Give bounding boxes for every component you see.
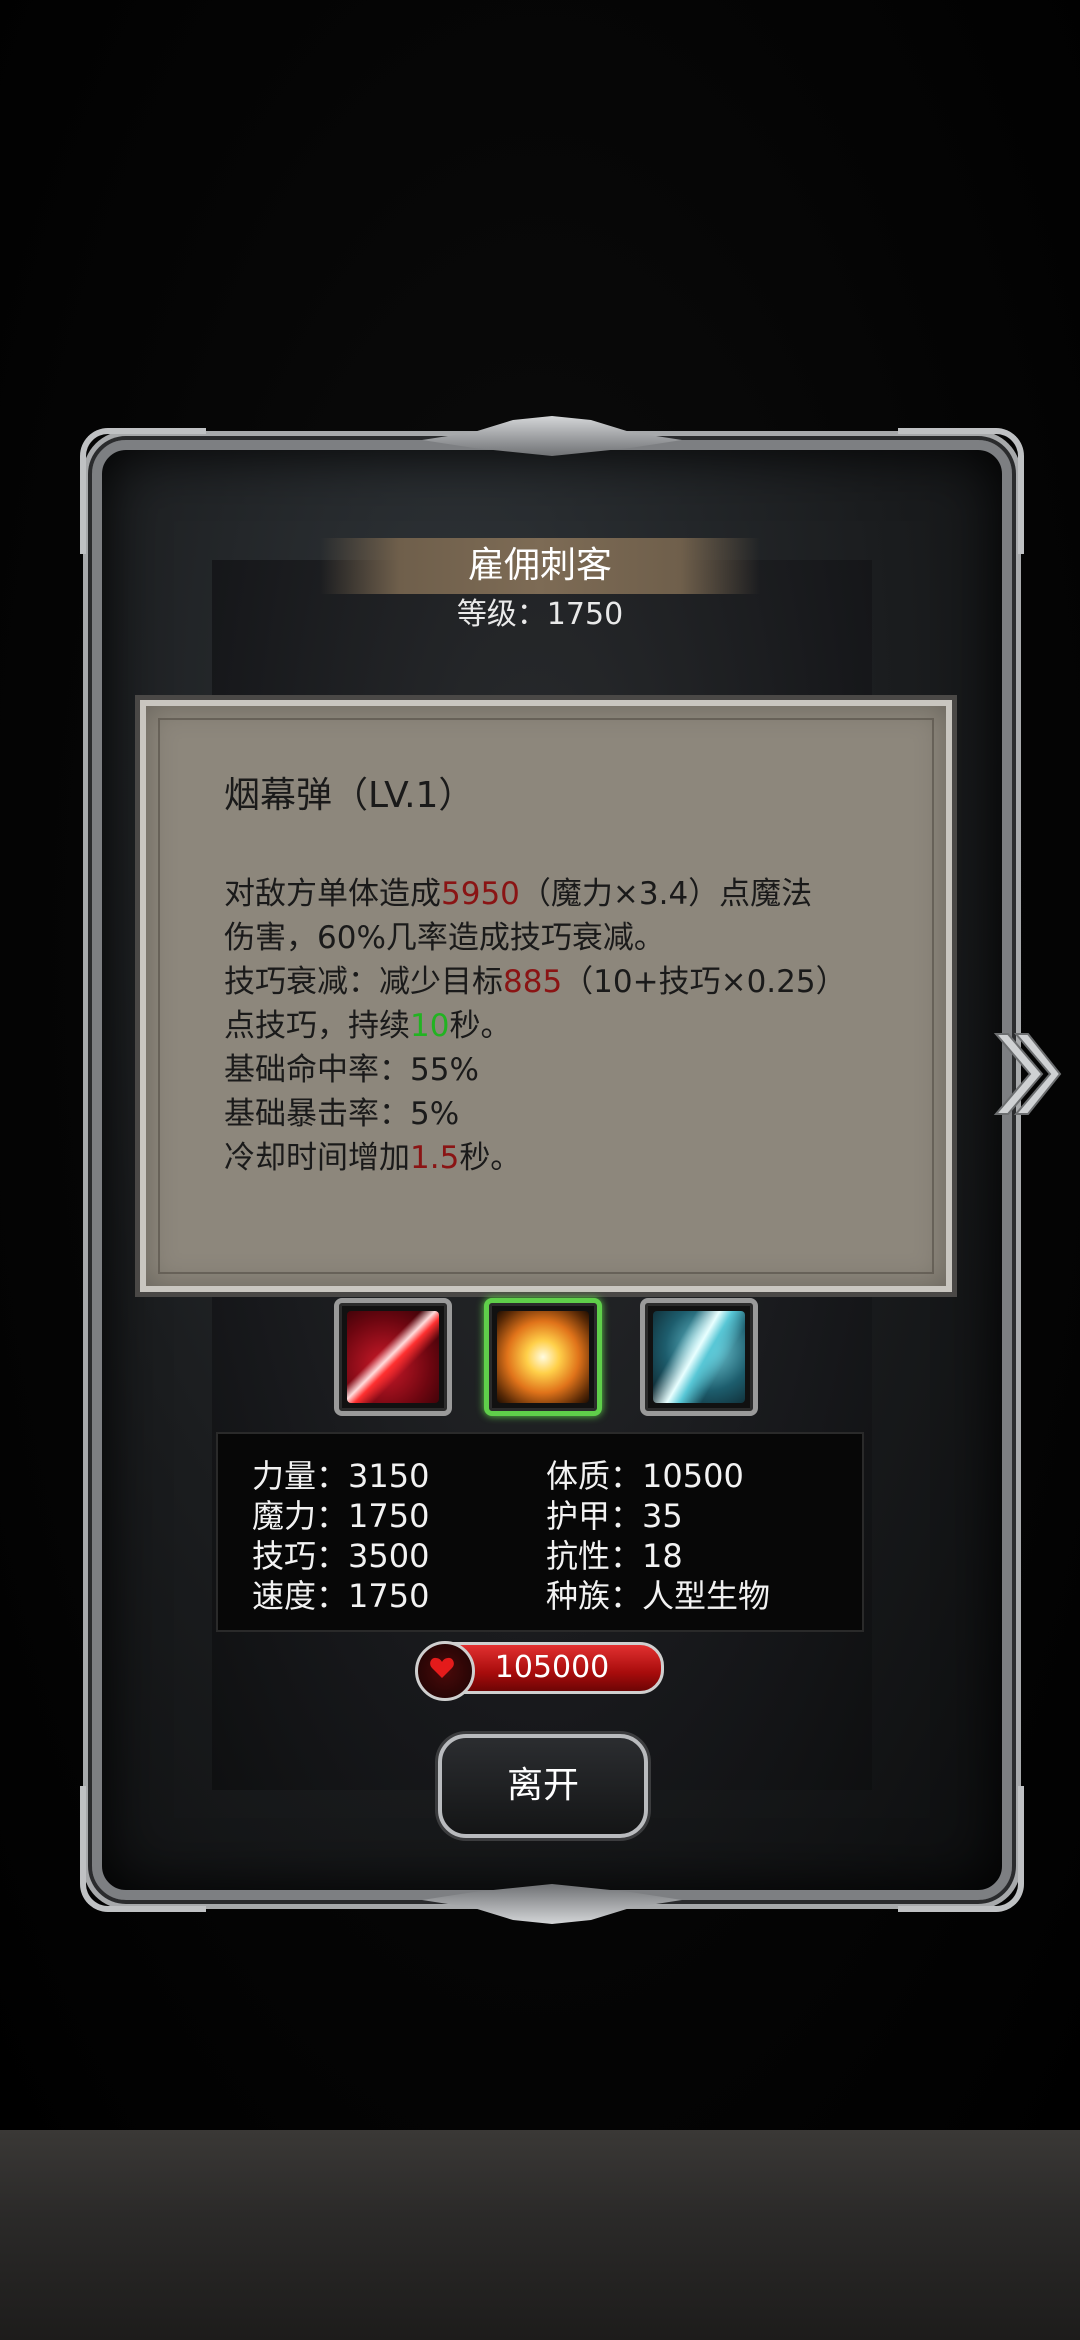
skill-icon-art <box>653 1311 745 1403</box>
desc-line: 对敌方单体造成5950（魔力×3.4）点魔法 <box>224 876 813 912</box>
hp-bar: 105000 <box>415 1641 664 1701</box>
ornament-corner <box>80 428 206 554</box>
reduction-value: 885 <box>503 964 563 1000</box>
duration-value: 10 <box>410 1008 450 1044</box>
ornament-corner <box>898 428 1024 554</box>
stat-resistance: 抗性：18 <box>546 1537 683 1575</box>
stat-magic: 魔力：1750 <box>252 1497 430 1535</box>
red-slash-skill-icon[interactable] <box>334 1298 452 1416</box>
stat-strength: 力量：3150 <box>252 1457 430 1495</box>
damage-value: 5950 <box>441 876 520 912</box>
skill-icon-art <box>347 1311 439 1403</box>
desc-line: 伤害，60%几率造成技巧衰减。 <box>224 920 665 956</box>
heart-icon <box>415 1641 475 1701</box>
desc-line: 技巧衰减：减少目标885（10+技巧×0.25） <box>224 964 847 1000</box>
smoke-bomb-skill-icon[interactable] <box>484 1298 602 1416</box>
stat-armor: 护甲：35 <box>546 1497 683 1535</box>
stats-panel: 力量：3150 魔力：1750 技巧：3500 速度：1750 体质：10500… <box>216 1432 864 1632</box>
ornament-corner <box>80 1786 206 1912</box>
desc-line: 基础命中率：55% <box>224 1052 479 1088</box>
desc-line: 点技巧，持续10秒。 <box>224 1008 512 1044</box>
skill-description: 对敌方单体造成5950（魔力×3.4）点魔法 伤害，60%几率造成技巧衰减。 技… <box>224 872 914 1180</box>
leave-button[interactable]: 离开 <box>438 1734 648 1838</box>
desc-line: 冷却时间增加1.5秒。 <box>224 1140 522 1176</box>
cooldown-value: 1.5 <box>410 1140 460 1176</box>
stat-skill: 技巧：3500 <box>252 1537 430 1575</box>
unit-level: 等级：1750 <box>456 597 624 632</box>
unit-name: 雇佣刺客 <box>467 545 612 586</box>
skill-icon-art <box>497 1311 589 1403</box>
floor <box>0 2130 1080 2340</box>
desc-line: 基础暴击率：5% <box>224 1096 460 1132</box>
stat-speed: 速度：1750 <box>252 1577 430 1615</box>
next-arrow-icon[interactable] <box>990 1030 1062 1118</box>
skill-title: 烟幕弹（LV.1） <box>224 775 475 816</box>
stat-race: 种族：人型生物 <box>546 1577 771 1615</box>
ornament-corner <box>898 1786 1024 1912</box>
cyan-slash-skill-icon[interactable] <box>640 1298 758 1416</box>
stat-constitution: 体质：10500 <box>546 1457 744 1495</box>
skill-description-card: 烟幕弹（LV.1） 对敌方单体造成5950（魔力×3.4）点魔法 伤害，60%几… <box>140 700 952 1292</box>
